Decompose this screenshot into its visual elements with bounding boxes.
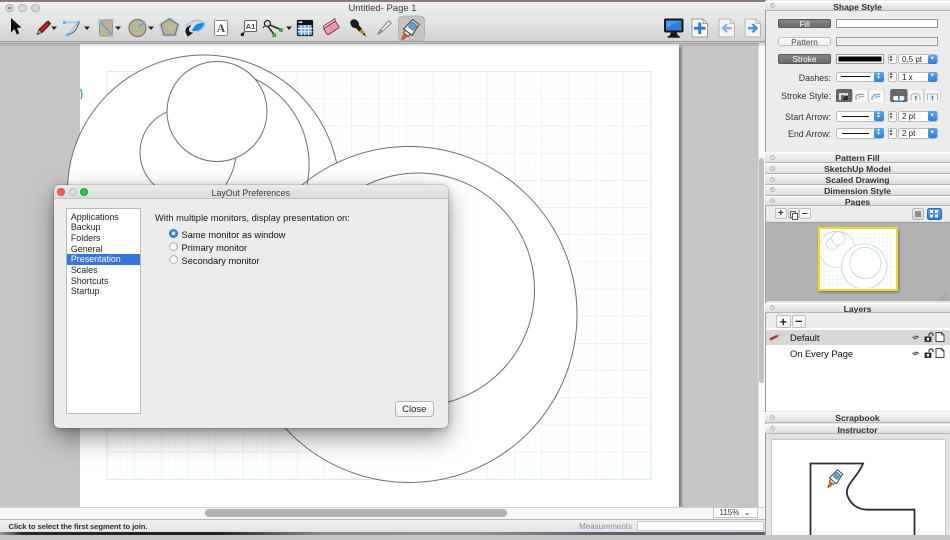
svg-text:A: A xyxy=(217,23,226,35)
svg-text:A1: A1 xyxy=(246,22,256,31)
